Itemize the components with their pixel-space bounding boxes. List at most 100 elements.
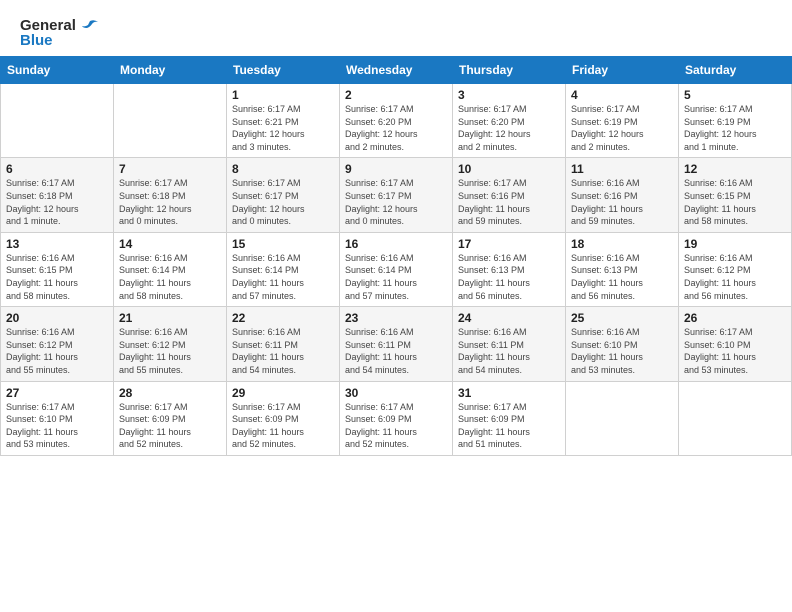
calendar-cell: 9Sunrise: 6:17 AMSunset: 6:17 PMDaylight… (340, 158, 453, 232)
calendar-cell: 28Sunrise: 6:17 AMSunset: 6:09 PMDayligh… (114, 381, 227, 455)
weekday-row: SundayMondayTuesdayWednesdayThursdayFrid… (1, 57, 792, 84)
day-number: 9 (345, 162, 447, 176)
day-info: Sunrise: 6:16 AMSunset: 6:12 PMDaylight:… (6, 326, 108, 376)
day-info: Sunrise: 6:16 AMSunset: 6:14 PMDaylight:… (119, 252, 221, 302)
day-info: Sunrise: 6:16 AMSunset: 6:13 PMDaylight:… (571, 252, 673, 302)
day-info: Sunrise: 6:17 AMSunset: 6:20 PMDaylight:… (458, 103, 560, 153)
day-number: 31 (458, 386, 560, 400)
calendar-cell: 25Sunrise: 6:16 AMSunset: 6:10 PMDayligh… (566, 307, 679, 381)
day-info: Sunrise: 6:17 AMSunset: 6:10 PMDaylight:… (684, 326, 786, 376)
calendar-cell: 15Sunrise: 6:16 AMSunset: 6:14 PMDayligh… (227, 232, 340, 306)
calendar-cell: 27Sunrise: 6:17 AMSunset: 6:10 PMDayligh… (1, 381, 114, 455)
day-number: 6 (6, 162, 108, 176)
calendar-table: SundayMondayTuesdayWednesdayThursdayFrid… (0, 56, 792, 456)
calendar-week-row: 6 Sunrise: 6:17 AMSunset: 6:18 PMDaylight… (1, 158, 792, 232)
calendar-cell: 12Sunrise: 6:16 AMSunset: 6:15 PMDayligh… (679, 158, 792, 232)
calendar-cell: 17Sunrise: 6:16 AMSunset: 6:13 PMDayligh… (453, 232, 566, 306)
calendar-cell: 30Sunrise: 6:17 AMSunset: 6:09 PMDayligh… (340, 381, 453, 455)
logo-blue-text: Blue (20, 33, 99, 48)
calendar-cell: 8Sunrise: 6:17 AMSunset: 6:17 PMDaylight… (227, 158, 340, 232)
day-number: 3 (458, 88, 560, 102)
calendar-cell (1, 84, 114, 158)
calendar-cell: 26Sunrise: 6:17 AMSunset: 6:10 PMDayligh… (679, 307, 792, 381)
calendar-week-row: 1Sunrise: 6:17 AMSunset: 6:21 PMDaylight… (1, 84, 792, 158)
day-number: 26 (684, 311, 786, 325)
day-info: Sunrise: 6:16 AMSunset: 6:12 PMDaylight:… (684, 252, 786, 302)
day-info: Sunrise: 6:16 AMSunset: 6:12 PMDaylight:… (119, 326, 221, 376)
day-number: 28 (119, 386, 221, 400)
calendar-cell: 3Sunrise: 6:17 AMSunset: 6:20 PMDaylight… (453, 84, 566, 158)
day-info: Sunrise: 6:17 AMSunset: 6:09 PMDaylight:… (458, 401, 560, 451)
day-number: 14 (119, 237, 221, 251)
calendar-week-row: 27Sunrise: 6:17 AMSunset: 6:10 PMDayligh… (1, 381, 792, 455)
day-info: Sunrise: 6:17 AMSunset: 6:09 PMDaylight:… (345, 401, 447, 451)
calendar-cell: 6Sunrise: 6:17 AMSunset: 6:18 PMDaylight… (1, 158, 114, 232)
day-number: 21 (119, 311, 221, 325)
day-info: Sunrise: 6:17 AMSunset: 6:21 PMDaylight:… (232, 103, 334, 153)
day-number: 22 (232, 311, 334, 325)
page: General Blue SundayMondayTuesdayWednesda… (0, 0, 792, 612)
calendar-cell: 23Sunrise: 6:16 AMSunset: 6:11 PMDayligh… (340, 307, 453, 381)
day-number: 11 (571, 162, 673, 176)
day-number: 16 (345, 237, 447, 251)
day-info: Sunrise: 6:16 AMSunset: 6:14 PMDaylight:… (345, 252, 447, 302)
logo-general-text: General (20, 18, 99, 33)
day-number: 10 (458, 162, 560, 176)
day-info: Sunrise: 6:17 AMSunset: 6:10 PMDaylight:… (6, 401, 108, 451)
day-number: 15 (232, 237, 334, 251)
weekday-header: Tuesday (227, 57, 340, 84)
calendar-week-row: 13Sunrise: 6:16 AMSunset: 6:15 PMDayligh… (1, 232, 792, 306)
day-number: 23 (345, 311, 447, 325)
day-number: 19 (684, 237, 786, 251)
day-number: 7 (119, 162, 221, 176)
calendar-cell: 18Sunrise: 6:16 AMSunset: 6:13 PMDayligh… (566, 232, 679, 306)
calendar-cell: 10Sunrise: 6:17 AMSunset: 6:16 PMDayligh… (453, 158, 566, 232)
day-number: 18 (571, 237, 673, 251)
day-number: 25 (571, 311, 673, 325)
calendar-cell (114, 84, 227, 158)
day-info: Sunrise: 6:16 AMSunset: 6:10 PMDaylight:… (571, 326, 673, 376)
day-info: Sunrise: 6:17 AMSunset: 6:17 PMDaylight:… (345, 177, 447, 227)
day-number: 24 (458, 311, 560, 325)
day-number: 20 (6, 311, 108, 325)
day-info: Sunrise: 6:17 AMSunset: 6:19 PMDaylight:… (571, 103, 673, 153)
day-info: Sunrise: 6:16 AMSunset: 6:15 PMDaylight:… (684, 177, 786, 227)
weekday-header: Wednesday (340, 57, 453, 84)
day-info: Sunrise: 6:17 AMSunset: 6:20 PMDaylight:… (345, 103, 447, 153)
calendar-body: 1Sunrise: 6:17 AMSunset: 6:21 PMDaylight… (1, 84, 792, 456)
day-info: Sunrise: 6:17 AMSunset: 6:09 PMDaylight:… (119, 401, 221, 451)
calendar-header: SundayMondayTuesdayWednesdayThursdayFrid… (1, 57, 792, 84)
calendar-cell: 4Sunrise: 6:17 AMSunset: 6:19 PMDaylight… (566, 84, 679, 158)
day-info: Sunrise: 6:16 AMSunset: 6:15 PMDaylight:… (6, 252, 108, 302)
weekday-header: Sunday (1, 57, 114, 84)
day-info: Sunrise: 6:16 AMSunset: 6:11 PMDaylight:… (232, 326, 334, 376)
day-number: 5 (684, 88, 786, 102)
day-info: Sunrise: 6:16 AMSunset: 6:16 PMDaylight:… (571, 177, 673, 227)
calendar-cell: 1Sunrise: 6:17 AMSunset: 6:21 PMDaylight… (227, 84, 340, 158)
day-number: 4 (571, 88, 673, 102)
day-info: Sunrise: 6:16 AMSunset: 6:13 PMDaylight:… (458, 252, 560, 302)
calendar-cell: 2Sunrise: 6:17 AMSunset: 6:20 PMDaylight… (340, 84, 453, 158)
weekday-header: Saturday (679, 57, 792, 84)
day-info: Sunrise: 6:16 AMSunset: 6:11 PMDaylight:… (345, 326, 447, 376)
header: General Blue (0, 0, 792, 56)
day-number: 17 (458, 237, 560, 251)
calendar-cell: 7Sunrise: 6:17 AMSunset: 6:18 PMDaylight… (114, 158, 227, 232)
day-number: 1 (232, 88, 334, 102)
day-info: Sunrise: 6:16 AMSunset: 6:14 PMDaylight:… (232, 252, 334, 302)
day-number: 13 (6, 237, 108, 251)
calendar-cell: 11Sunrise: 6:16 AMSunset: 6:16 PMDayligh… (566, 158, 679, 232)
logo-bird-icon (81, 19, 99, 33)
day-info: Sunrise: 6:17 AMSunset: 6:18 PMDaylight:… (119, 177, 221, 227)
day-info: Sunrise: 6:17 AMSunset: 6:09 PMDaylight:… (232, 401, 334, 451)
calendar-cell: 14Sunrise: 6:16 AMSunset: 6:14 PMDayligh… (114, 232, 227, 306)
day-number: 27 (6, 386, 108, 400)
logo: General Blue (20, 18, 99, 48)
calendar-cell: 13Sunrise: 6:16 AMSunset: 6:15 PMDayligh… (1, 232, 114, 306)
day-number: 8 (232, 162, 334, 176)
calendar-cell: 20Sunrise: 6:16 AMSunset: 6:12 PMDayligh… (1, 307, 114, 381)
day-info: Sunrise: 6:17 AMSunset: 6:16 PMDaylight:… (458, 177, 560, 227)
day-info: Sunrise: 6:17 AMSunset: 6:17 PMDaylight:… (232, 177, 334, 227)
day-number: 29 (232, 386, 334, 400)
day-info: Sunrise: 6:17 AMSunset: 6:19 PMDaylight:… (684, 103, 786, 153)
